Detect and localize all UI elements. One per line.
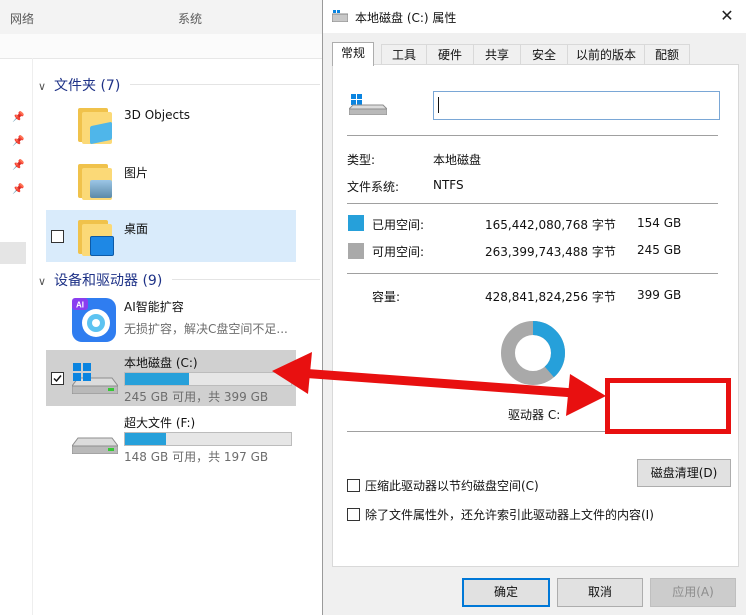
drive-letter-label: 驱动器 C:: [508, 408, 561, 422]
file-explorer-window: 网络 系统 📌 📌 📌 📌 ∨文件夹 (7) 3D Objects 图片 桌面: [0, 0, 322, 615]
highlight-box: [605, 378, 731, 434]
navigation-selected-item[interactable]: [0, 242, 26, 264]
column-header-system[interactable]: 系统: [178, 10, 202, 27]
folder-desktop-icon: [78, 216, 114, 256]
group-divider: [172, 279, 320, 280]
free-space-bytes: 263,399,743,488 字节: [485, 245, 616, 259]
drive-icon: [72, 437, 118, 454]
used-space-swatch: [348, 215, 364, 231]
explorer-toolbar-strip: [0, 34, 322, 59]
checkmark-icon: [53, 375, 62, 383]
pin-icon: 📌: [12, 184, 25, 195]
folder-item-pictures[interactable]: 图片: [46, 154, 296, 206]
used-space-gb: 154 GB: [637, 216, 682, 230]
drive-item-c[interactable]: 本地磁盘 (C:) 245 GB 可用，共 399 GB: [46, 350, 296, 406]
tab-quota[interactable]: 配额: [644, 44, 690, 65]
checkbox-label: 压缩此驱动器以节约磁盘空间(C): [365, 479, 539, 493]
folder-item-desktop[interactable]: 桌面: [46, 210, 296, 262]
cancel-button[interactable]: 取消: [557, 578, 643, 607]
tab-hardware[interactable]: 硬件: [426, 44, 474, 65]
type-label: 类型:: [347, 153, 376, 167]
capacity-bytes: 428,841,824,256 字节: [485, 290, 616, 304]
drive-usage-bar: [124, 432, 292, 446]
folder-item-3d-objects[interactable]: 3D Objects: [46, 98, 296, 150]
pin-icon: 📌: [12, 112, 25, 123]
item-checkbox[interactable]: [51, 230, 64, 243]
column-header-network[interactable]: 网络: [10, 10, 34, 27]
apply-button[interactable]: 应用(A): [650, 578, 736, 607]
drive-properties-dialog: 本地磁盘 (C:) 属性 ✕ 常规 工具 硬件 共享 安全 以前的版本 配额 类…: [322, 0, 746, 615]
disk-cleanup-button[interactable]: 磁盘清理(D): [637, 459, 731, 487]
group-divider: [130, 84, 320, 85]
drive-title: 本地磁盘 (C:): [124, 356, 198, 370]
tab-security[interactable]: 安全: [520, 44, 568, 65]
filesystem-label: 文件系统:: [347, 180, 400, 194]
dialog-title: 本地磁盘 (C:) 属性: [355, 11, 457, 25]
folder-pictures-icon: [78, 160, 114, 200]
folder-label: 3D Objects: [124, 108, 191, 122]
drive-usage-fill: [125, 433, 167, 445]
tab-tools[interactable]: 工具: [381, 44, 427, 65]
folder-label: 图片: [124, 166, 149, 180]
explorer-column-header-bar: 网络 系统: [0, 0, 322, 35]
navigation-pane: 📌 📌 📌 📌: [0, 58, 33, 615]
text-caret: [438, 97, 439, 113]
free-space-gb: 245 GB: [637, 243, 682, 257]
item-checkbox-checked[interactable]: [51, 372, 64, 385]
checkbox-box[interactable]: [347, 479, 360, 492]
separator: [347, 273, 718, 274]
capacity-label: 容量:: [372, 290, 401, 304]
type-value: 本地磁盘: [433, 153, 482, 167]
drive-usage-fill: [125, 373, 190, 385]
free-space-swatch: [348, 243, 364, 259]
folder-label: 桌面: [124, 222, 149, 236]
free-space-label: 可用空间:: [372, 245, 425, 259]
separator: [347, 203, 718, 204]
compress-drive-checkbox[interactable]: 压缩此驱动器以节约磁盘空间(C): [347, 477, 539, 494]
app-subtitle: 无损扩容，解决C盘空间不足...: [124, 322, 288, 336]
chevron-down-icon: ∨: [38, 275, 47, 288]
close-button[interactable]: ✕: [715, 5, 739, 27]
pin-icon: 📌: [12, 160, 25, 171]
pin-icon: 📌: [12, 136, 25, 147]
group-header-folders[interactable]: ∨ 文件夹 (7): [38, 75, 120, 95]
app-title: AI智能扩容: [124, 300, 184, 314]
drive-subtitle: 148 GB 可用，共 197 GB: [124, 450, 269, 464]
capacity-gb: 399 GB: [637, 288, 682, 302]
system-drive-icon: [349, 94, 387, 115]
drive-item-f[interactable]: 超大文件 (F:) 148 GB 可用，共 197 GB: [46, 410, 296, 466]
ok-button[interactable]: 确定: [462, 578, 550, 607]
checkbox-box[interactable]: [347, 508, 360, 521]
tab-general[interactable]: 常规: [332, 42, 374, 66]
windows-logo-icon: [73, 363, 91, 381]
drive-name-input[interactable]: [433, 91, 720, 120]
tab-previous-versions[interactable]: 以前的版本: [567, 44, 645, 65]
drive-subtitle: 245 GB 可用，共 399 GB: [124, 390, 269, 404]
checkbox-label: 除了文件属性外，还允许索引此驱动器上文件的内容(I): [365, 508, 654, 522]
drive-title: 超大文件 (F:): [124, 416, 196, 430]
ai-expand-app-icon: AI: [72, 298, 116, 342]
filesystem-value: NTFS: [433, 178, 464, 192]
drive-icon: [332, 10, 348, 22]
app-item-ai-expand[interactable]: AI AI智能扩容 无损扩容，解决C盘空间不足...: [46, 294, 296, 344]
svg-text:AI: AI: [76, 301, 84, 310]
chevron-down-icon: ∨: [38, 80, 47, 93]
folder-3d-objects-icon: [78, 104, 114, 145]
used-space-bytes: 165,442,080,768 字节: [485, 218, 616, 232]
index-contents-checkbox[interactable]: 除了文件属性外，还允许索引此驱动器上文件的内容(I): [347, 506, 654, 523]
group-header-devices[interactable]: ∨ 设备和驱动器 (9): [38, 270, 162, 290]
dialog-titlebar[interactable]: 本地磁盘 (C:) 属性 ✕: [323, 0, 746, 33]
disk-usage-donut: [501, 321, 565, 385]
drive-usage-bar: [124, 372, 292, 386]
used-space-label: 已用空间:: [372, 218, 425, 232]
separator: [347, 135, 718, 136]
general-tab-panel: 类型: 本地磁盘 文件系统: NTFS 已用空间: 165,442,080,76…: [332, 64, 739, 567]
tab-sharing[interactable]: 共享: [473, 44, 521, 65]
